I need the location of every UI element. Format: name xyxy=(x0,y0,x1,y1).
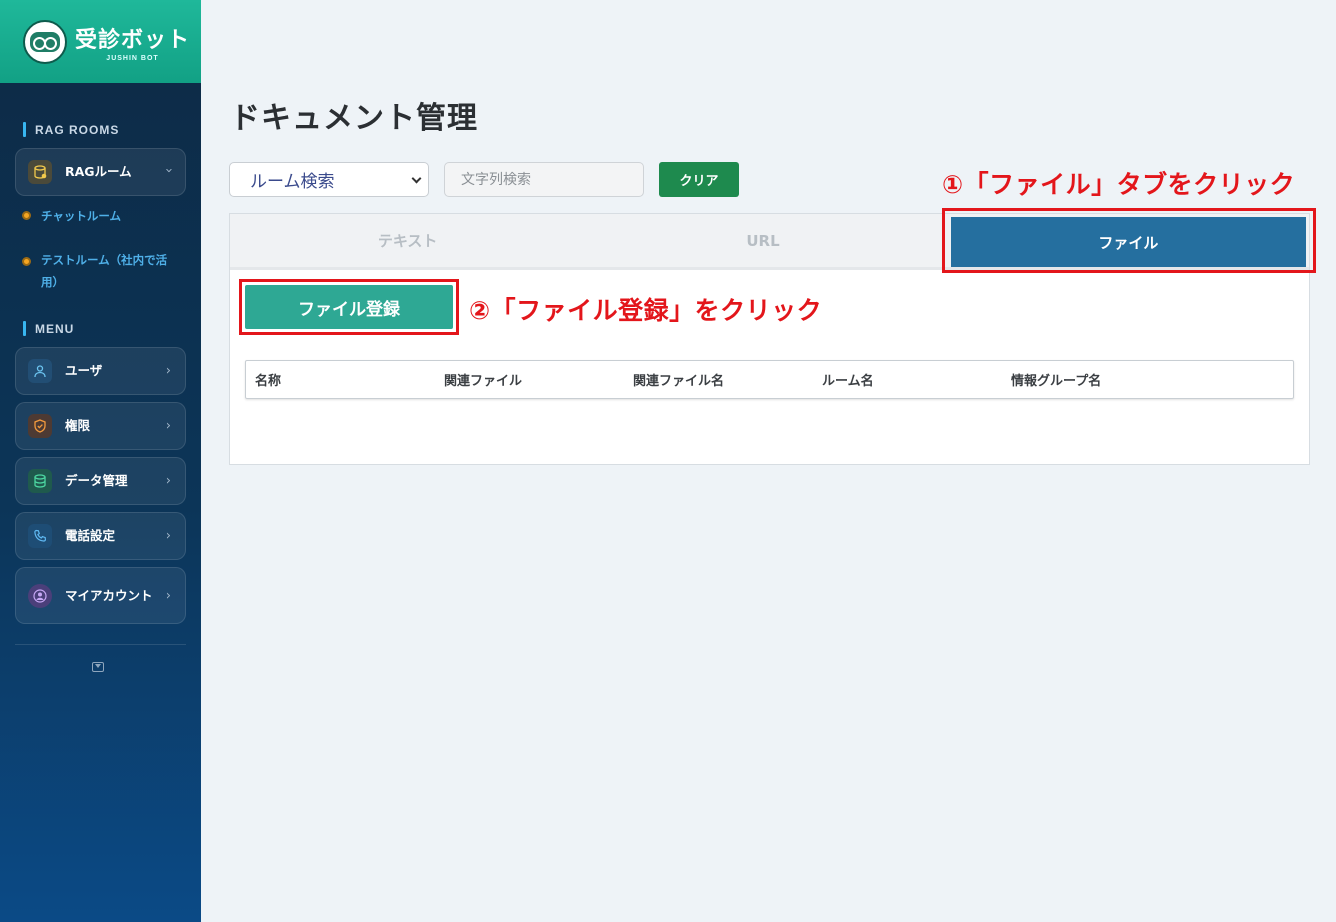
sidebar-subitem-chat-room[interactable]: チャットルーム xyxy=(22,208,121,224)
sidebar-item-my-account[interactable]: マイアカウント › xyxy=(15,567,186,624)
annotation-step-2: ②「ファイル登録」をクリック xyxy=(469,296,823,325)
column-header-related-file-name: 関連ファイル名 xyxy=(633,374,725,389)
brand-subtitle: JUSHIN BOT xyxy=(106,54,159,62)
chevron-down-icon: › xyxy=(160,167,176,174)
user-icon xyxy=(28,359,52,383)
status-dot-icon xyxy=(22,211,31,220)
sidebar-divider xyxy=(15,644,186,645)
chevron-right-icon: › xyxy=(165,528,171,544)
collapse-sidebar-icon[interactable] xyxy=(92,662,104,672)
sidebar-item-permissions[interactable]: 権限 › xyxy=(15,402,186,450)
brand-name: 受診ボット xyxy=(75,27,191,53)
rag-rooms-section-title: RAG ROOMS xyxy=(0,122,119,137)
chevron-right-icon: › xyxy=(165,473,171,489)
column-header-name: 名称 xyxy=(255,374,282,389)
sidebar-item-label: データ管理 xyxy=(65,473,128,488)
annotation-step-1: ①「ファイル」タブをクリック xyxy=(942,170,1296,199)
sidebar-item-users[interactable]: ユーザ › xyxy=(15,347,186,395)
database-gear-icon xyxy=(28,160,52,184)
phone-icon xyxy=(28,524,52,548)
column-header-room-name: ルーム名 xyxy=(822,374,874,389)
tab-text[interactable]: テキスト xyxy=(230,214,585,267)
database-icon xyxy=(28,469,52,493)
main-content: ドキュメント管理 ルーム検索 クリア ①「ファイル」タブをクリック テキスト U… xyxy=(201,0,1336,922)
account-icon xyxy=(28,583,52,608)
clear-button[interactable]: クリア xyxy=(659,162,739,197)
highlight-box-register-button xyxy=(239,279,459,335)
sidebar-item-label: 電話設定 xyxy=(65,528,116,543)
sidebar: 受診ボット JUSHIN BOT RAG ROOMS RAGルーム › チャット… xyxy=(0,0,201,922)
chevron-right-icon: › xyxy=(165,418,171,434)
sidebar-item-label: マイアカウント xyxy=(65,587,153,603)
highlight-box-file-tab xyxy=(942,208,1316,273)
column-header-related-file: 関連ファイル xyxy=(444,374,523,389)
sidebar-item-rag-room[interactable]: RAGルーム › xyxy=(15,148,186,196)
chevron-right-icon: › xyxy=(165,363,171,379)
tab-url[interactable]: URL xyxy=(585,214,940,267)
page-title: ドキュメント管理 xyxy=(230,101,478,136)
column-header-info-group-name: 情報グループ名 xyxy=(1011,374,1102,389)
shield-icon xyxy=(28,414,52,438)
sidebar-item-label: 権限 xyxy=(65,418,91,433)
sidebar-item-label: RAGルーム xyxy=(65,164,132,179)
status-dot-icon xyxy=(22,257,31,266)
robot-logo-icon xyxy=(23,19,67,64)
text-search-input[interactable] xyxy=(444,162,644,197)
chevron-right-icon: › xyxy=(165,588,171,603)
sidebar-item-phone-settings[interactable]: 電話設定 › xyxy=(15,512,186,560)
document-table-header: 名称 関連ファイル 関連ファイル名 ルーム名 情報グループ名 xyxy=(245,360,1294,399)
room-search-select[interactable]: ルーム検索 xyxy=(229,162,429,197)
brand-header[interactable]: 受診ボット JUSHIN BOT xyxy=(0,0,201,83)
chevron-down-icon xyxy=(411,173,422,184)
sidebar-item-data-management[interactable]: データ管理 › xyxy=(15,457,186,505)
sidebar-item-label: ユーザ xyxy=(65,363,103,378)
menu-section-title: MENU xyxy=(0,321,74,336)
sidebar-subitem-test-room[interactable]: テストルーム（社内で活用） xyxy=(22,249,182,293)
